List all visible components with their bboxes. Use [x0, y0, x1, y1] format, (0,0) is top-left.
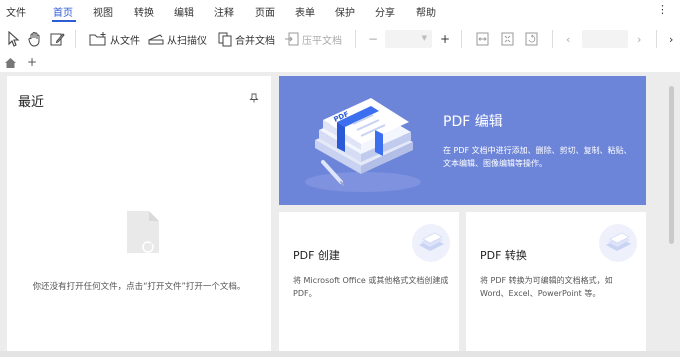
- pdf-edit-description: 在 PDF 文档中进行添加、删除、剪切、复制、粘贴、文本编辑、图像编辑等操作。: [443, 146, 632, 168]
- chevron-left-icon: ‹: [566, 32, 571, 46]
- page-number-input[interactable]: [582, 30, 628, 48]
- pdf-create-description: 将 Microsoft Office 或其他格式文档创建成 PDF。: [293, 276, 449, 298]
- horizontal-scrollbar[interactable]: [0, 351, 680, 357]
- menu-file[interactable]: 文件: [6, 4, 26, 19]
- scrollbar-thumb[interactable]: [669, 86, 674, 244]
- scanner-icon: [148, 34, 164, 45]
- recent-title: 最近: [18, 95, 45, 110]
- new-tab-button[interactable]: +: [27, 55, 37, 69]
- hand-icon: [28, 32, 40, 47]
- rotate-button[interactable]: [524, 24, 539, 54]
- from-file-button[interactable]: 从文件: [88, 24, 140, 54]
- chevron-right-icon: ›: [669, 32, 674, 46]
- menu-edit[interactable]: 编辑: [174, 4, 194, 19]
- menu-share[interactable]: 分享: [375, 4, 395, 19]
- pdf-convert-card[interactable]: PDF 转换 将 PDF 转换为可编辑的文档格式，如 Word、Excel、Po…: [466, 212, 646, 351]
- fit-page-button[interactable]: [500, 24, 515, 54]
- menu-form[interactable]: 表单: [295, 4, 315, 19]
- zoom-out-button[interactable]: −: [368, 24, 378, 54]
- pin-icon[interactable]: [249, 93, 259, 106]
- plus-icon: +: [440, 32, 451, 46]
- fit-page-icon: [501, 32, 514, 46]
- merge-docs-label: 合并文档: [235, 35, 275, 47]
- hand-tool-button[interactable]: [27, 24, 43, 54]
- pdf-edit-card[interactable]: PDF PDF 编辑 在 PDF 文档中进行添加、删除、剪切、复制、粘贴、文本编…: [279, 76, 646, 205]
- prev-page-button[interactable]: ‹: [566, 24, 570, 54]
- recent-panel: 最近 你还没有打开任何文件，点击“打开文件”打开一个文档。: [7, 76, 271, 351]
- from-file-label: 从文件: [110, 35, 140, 47]
- menu-convert[interactable]: 转换: [134, 4, 154, 19]
- home-tab[interactable]: [4, 57, 17, 72]
- active-tab-indicator: [52, 20, 76, 22]
- pdf-convert-icon: [599, 224, 637, 262]
- chevron-down-icon: ▼: [421, 34, 427, 42]
- zoom-in-button[interactable]: +: [440, 24, 450, 54]
- home-icon: [5, 58, 16, 68]
- merge-icon: [218, 32, 232, 47]
- empty-document-icon: [125, 209, 161, 258]
- pdf-create-card[interactable]: PDF 创建 将 Microsoft Office 或其他格式文档创建成 PDF…: [279, 212, 459, 351]
- pdf-edit-title: PDF 编辑: [443, 114, 503, 130]
- from-scanner-button[interactable]: 从扫描仪: [147, 24, 207, 54]
- menu-protect[interactable]: 保护: [335, 4, 355, 19]
- flatten-doc-button[interactable]: 压平文档: [284, 24, 342, 54]
- flatten-doc-label: 压平文档: [302, 35, 342, 47]
- rotate-icon: [525, 32, 538, 46]
- menu-view[interactable]: 视图: [93, 4, 113, 19]
- fit-width-button[interactable]: [475, 24, 490, 54]
- edit-icon: [50, 33, 65, 46]
- fit-width-icon: [476, 32, 489, 46]
- toolbar: 从文件 从扫描仪 合并文档 压平文档 − ▼ + ‹ › ›: [0, 24, 680, 54]
- chevron-right-icon: ›: [637, 32, 642, 46]
- menu-help[interactable]: 帮助: [416, 4, 436, 19]
- select-tool-button[interactable]: [6, 24, 20, 54]
- plus-icon: +: [27, 55, 38, 69]
- from-scanner-label: 从扫描仪: [167, 35, 207, 47]
- flatten-icon: [285, 32, 299, 46]
- more-icon[interactable]: ⋮: [657, 3, 668, 16]
- minus-icon: −: [368, 32, 379, 46]
- toolbar-expand-button[interactable]: ›: [669, 24, 673, 54]
- pdf-create-title: PDF 创建: [293, 249, 340, 262]
- tab-row: +: [0, 54, 680, 72]
- menu-bar: 文件 首页 视图 转换 编辑 注释 页面 表单 保护 分享 帮助 ⋮: [0, 0, 680, 24]
- zoom-select[interactable]: ▼: [385, 30, 432, 48]
- edit-tool-button[interactable]: [49, 24, 65, 54]
- pdf-edit-illustration: PDF: [305, 98, 421, 192]
- menu-home[interactable]: 首页: [53, 4, 73, 19]
- empty-recent-text: 你还没有打开任何文件，点击“打开文件”打开一个文档。: [32, 282, 246, 292]
- merge-docs-button[interactable]: 合并文档: [217, 24, 275, 54]
- pdf-create-icon: [412, 224, 450, 262]
- menu-annotate[interactable]: 注释: [214, 4, 234, 19]
- cursor-icon: [8, 31, 20, 47]
- pdf-convert-title: PDF 转换: [480, 249, 527, 262]
- menu-page[interactable]: 页面: [255, 4, 275, 19]
- next-page-button[interactable]: ›: [637, 24, 641, 54]
- pdf-convert-description: 将 PDF 转换为可编辑的文档格式，如 Word、Excel、PowerPoin…: [480, 276, 613, 298]
- folder-add-icon: [89, 32, 106, 46]
